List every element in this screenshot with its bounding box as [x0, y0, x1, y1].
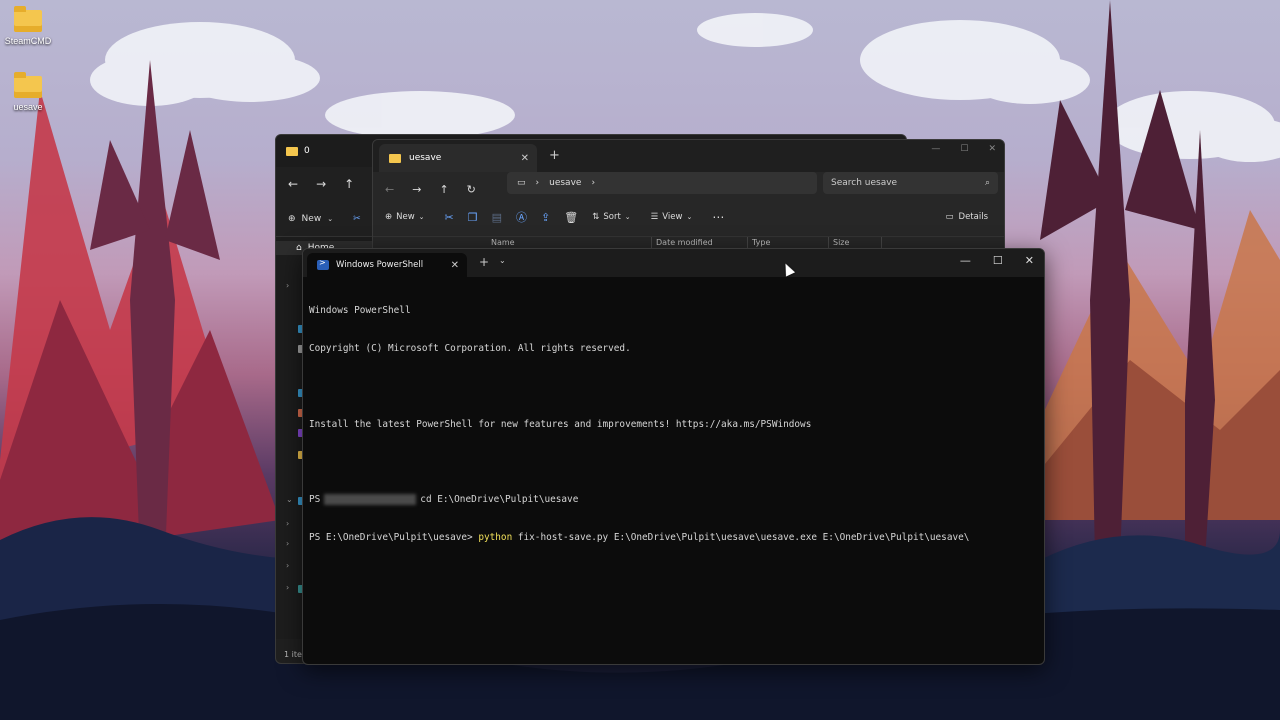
delete-icon[interactable]: 🗑	[564, 211, 578, 224]
monitor-icon: ▭	[517, 178, 526, 188]
close-tab-icon[interactable]: ✕	[521, 153, 529, 164]
sort-button[interactable]: ⇅ Sort ⌄	[592, 212, 630, 222]
new-plus-icon: ⊕	[288, 213, 296, 224]
terminal-line: Copyright (C) Microsoft Corporation. All…	[309, 342, 631, 354]
desktop-icon-steamcmd[interactable]: SteamCMD	[0, 6, 56, 46]
new-plus-icon: ⊕	[385, 212, 393, 222]
navigation-bar: ← → ↑	[276, 167, 376, 201]
column-header-date-modified[interactable]: Date modified	[656, 238, 713, 247]
view-button[interactable]: ☰ View ⌄	[651, 212, 693, 222]
chevron-right-icon[interactable]: ›	[286, 519, 289, 528]
command-executable: python	[478, 531, 513, 543]
new-button[interactable]: New	[302, 214, 322, 224]
minimize-icon[interactable]: —	[960, 254, 971, 267]
sort-icon: ⇅	[592, 212, 600, 222]
chevron-down-icon[interactable]: ⌄	[286, 495, 293, 504]
command-text: cd E:\OneDrive\Pulpit\uesave	[420, 494, 579, 506]
more-options-icon[interactable]: ⋯	[712, 210, 724, 224]
tab-strip: uesave ✕ + — ☐ ✕	[373, 140, 1004, 172]
chevron-right-icon[interactable]: ›	[286, 583, 289, 592]
chevron-down-icon: ⌄	[686, 213, 693, 221]
address-bar[interactable]: ▭ › uesave ›	[507, 172, 817, 194]
chevron-down-icon[interactable]: ⌄	[499, 256, 506, 265]
terminal-output[interactable]: Windows PowerShell Copyright (C) Microso…	[303, 277, 1044, 573]
details-pane-icon: ▭	[945, 212, 954, 222]
folder-icon	[14, 6, 42, 32]
prompt-prefix: PS	[309, 494, 321, 506]
breadcrumb-uesave[interactable]: uesave	[549, 178, 581, 188]
desktop-icon-uesave[interactable]: uesave	[0, 72, 56, 112]
details-button[interactable]: ▭ Details	[946, 212, 989, 222]
redacted-path	[324, 494, 417, 506]
rename-icon[interactable]: Ⓐ	[516, 209, 527, 225]
new-tab-icon[interactable]: +	[549, 148, 560, 163]
close-tab-icon[interactable]: ✕	[451, 260, 459, 271]
refresh-icon[interactable]: ↻	[467, 183, 476, 196]
search-input[interactable]: Search uesave ⌕	[823, 172, 998, 194]
back-arrow-icon[interactable]: ←	[288, 177, 298, 191]
search-placeholder: Search uesave	[831, 178, 898, 188]
copy-icon[interactable]: ❐	[468, 211, 478, 224]
chevron-right-icon[interactable]: ›	[591, 178, 595, 188]
terminal-line: Install the latest PowerShell for new fe…	[309, 418, 812, 430]
new-button[interactable]: ⊕ New ⌄	[385, 212, 425, 222]
minimize-icon[interactable]: —	[931, 144, 940, 154]
view-icon: ☰	[650, 212, 659, 222]
search-icon: ⌕	[984, 178, 990, 188]
folder-icon	[389, 153, 401, 163]
share-icon[interactable]: ⇪	[541, 211, 550, 224]
tab-uesave[interactable]: uesave ✕	[379, 144, 537, 172]
column-headers: Name Date modified Type Size	[373, 236, 1004, 249]
folder-icon	[14, 72, 42, 98]
tab-title: 0	[304, 146, 310, 156]
chevron-right-icon[interactable]: ›	[286, 561, 289, 570]
up-arrow-icon[interactable]: ↑	[344, 177, 354, 191]
forward-arrow-icon[interactable]: →	[412, 183, 421, 196]
column-header-size[interactable]: Size	[833, 238, 849, 247]
command-bar: ⊕ New ⌄ ✂ ❐ ▤ Ⓐ ⇪ 🗑 ⇅ Sort ⌄ ☰ View ⌄ ⋯ …	[373, 202, 1004, 232]
cut-icon[interactable]: ✂	[445, 211, 454, 224]
column-header-type[interactable]: Type	[752, 238, 770, 247]
forward-arrow-icon[interactable]: →	[316, 177, 326, 191]
powershell-icon	[317, 258, 329, 270]
powershell-window[interactable]: Windows PowerShell ✕ + ⌄ — ☐ ✕ Windows P…	[302, 248, 1045, 665]
tab-strip: Windows PowerShell ✕ + ⌄ — ☐ ✕	[303, 249, 1044, 277]
new-tab-icon[interactable]: +	[479, 255, 489, 269]
terminal-prompt-line: PS cd E:\OneDrive\Pulpit\uesave	[309, 494, 1038, 507]
window-controls: — ☐ ✕	[960, 254, 1034, 267]
paste-icon[interactable]: ▤	[492, 211, 502, 224]
back-arrow-icon[interactable]: ←	[385, 183, 394, 196]
maximize-icon[interactable]: ☐	[993, 254, 1003, 267]
tab-title: Windows PowerShell	[336, 260, 424, 270]
maximize-icon[interactable]: ☐	[960, 144, 968, 154]
window-controls: — ☐ ✕	[931, 144, 996, 154]
column-header-name[interactable]: Name	[491, 238, 515, 247]
home-icon: ⌂	[296, 243, 302, 253]
chevron-right-icon[interactable]: ›	[286, 281, 289, 290]
up-arrow-icon[interactable]: ↑	[439, 183, 448, 196]
tab-title: uesave	[409, 153, 442, 163]
terminal-prompt-line: PS E:\OneDrive\Pulpit\uesave> python fix…	[309, 532, 1038, 545]
prompt-prefix: PS E:\OneDrive\Pulpit\uesave>	[309, 531, 473, 543]
chevron-down-icon: ⌄	[624, 213, 631, 221]
folder-icon	[286, 146, 298, 156]
close-icon[interactable]: ✕	[1025, 254, 1034, 267]
close-icon[interactable]: ✕	[988, 144, 996, 154]
tab-windows-powershell[interactable]: Windows PowerShell ✕	[307, 253, 467, 277]
chevron-down-icon: ⌄	[418, 213, 425, 221]
command-arguments: fix-host-save.py E:\OneDrive\Pulpit\uesa…	[512, 531, 970, 543]
chevron-down-icon: ⌄	[327, 214, 334, 223]
chevron-right-icon[interactable]: ›	[286, 539, 289, 548]
cut-icon[interactable]: ✂	[353, 214, 361, 224]
command-bar: ⊕ New ⌄ ✂	[276, 201, 376, 237]
chevron-right-icon[interactable]: ›	[536, 178, 540, 188]
terminal-line: Windows PowerShell	[309, 305, 411, 317]
